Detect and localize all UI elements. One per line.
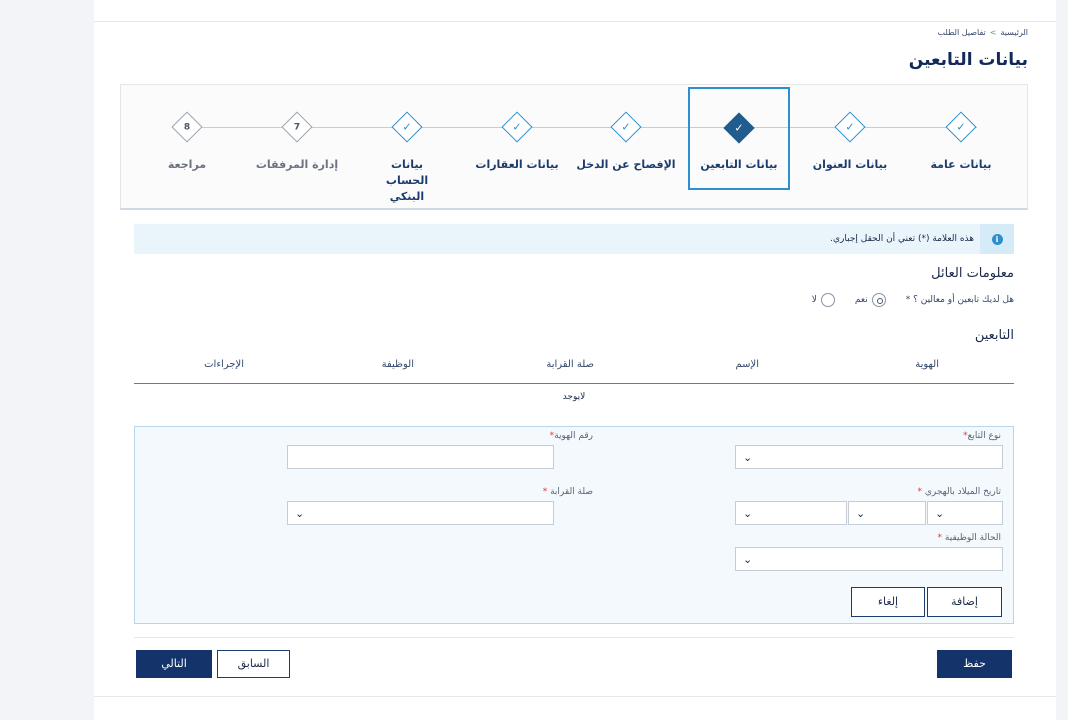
page-title: بيانات التابعين xyxy=(908,50,1028,70)
birth-day-select[interactable]: ⌄ xyxy=(927,501,1003,525)
step-number-badge: 8 xyxy=(171,111,203,143)
info-icon-container: i xyxy=(980,224,1014,254)
step-label: بيانات العقارات xyxy=(475,158,559,171)
dependent-type-label: نوع التابع* xyxy=(963,431,1001,441)
step-bank-account[interactable]: ✓ بيانات الحساب البنكي xyxy=(356,85,458,211)
employment-status-label: الحالة الوظيفية * xyxy=(937,533,1001,543)
required-info-bar: i هذه العلامة (*) تعني أن الحقل إجباري. xyxy=(134,224,1014,254)
step-review[interactable]: 8 مراجعة xyxy=(136,85,238,211)
step-check-icon: ✓ xyxy=(834,111,866,143)
add-dependent-form: نوع التابع* ⌄ رقم الهوية* تاريخ الميلاد … xyxy=(134,426,1014,624)
radio-yes-label: نعم xyxy=(854,295,868,305)
chevron-down-icon: ⌄ xyxy=(743,507,753,520)
next-button[interactable]: التالي xyxy=(136,650,212,678)
employment-status-select[interactable]: ⌄ xyxy=(735,547,1003,571)
chevron-down-icon: ⌄ xyxy=(743,553,753,566)
step-label: بيانات العنوان xyxy=(812,158,888,171)
step-check-icon: ✓ xyxy=(610,111,642,143)
empty-table-message: لايوجد xyxy=(562,392,586,402)
breadcrumb-home[interactable]: الرئيسية xyxy=(1000,28,1028,37)
footer-divider xyxy=(134,637,1014,638)
radio-no-circle[interactable] xyxy=(820,293,835,307)
step-label: بيانات عامة xyxy=(930,158,992,171)
col-relation: صلة القرابة xyxy=(546,359,594,370)
dependent-type-select[interactable]: ⌄ xyxy=(735,445,1003,469)
question-text: هل لديك تابعين أو معالين ؟ * xyxy=(905,295,1014,305)
step-check-icon: ✓ xyxy=(501,111,533,143)
step-real-estate[interactable]: ✓ بيانات العقارات xyxy=(466,85,568,211)
step-check-icon: ✓ xyxy=(391,111,423,143)
step-label: مراجعة xyxy=(167,158,207,171)
info-text: هذه العلامة (*) تعني أن الحقل إجباري. xyxy=(830,234,974,244)
hijri-birth-date-label: تاريخ الميلاد بالهجري * xyxy=(917,487,1001,497)
step-dependents-info[interactable]: ✓ بيانات التابعين xyxy=(688,87,790,190)
page-container: الرئيسية > تفاصيل الطلب بيانات التابعين … xyxy=(94,0,1056,720)
id-number-input[interactable] xyxy=(287,445,554,469)
dependents-question: هل لديك تابعين أو معالين ؟ * نعم لا xyxy=(812,293,1014,307)
step-check-icon: ✓ xyxy=(723,112,755,144)
col-name: الإسم xyxy=(735,359,759,370)
chevron-down-icon: ⌄ xyxy=(743,451,753,464)
info-icon: i xyxy=(991,233,1003,245)
relation-select[interactable]: ⌄ xyxy=(287,501,554,525)
relation-label: صلة القرابة * xyxy=(542,487,593,497)
dependents-title: التابعين xyxy=(974,328,1014,343)
chevron-down-icon: ⌄ xyxy=(935,507,945,520)
dependents-table-header: الهوية الإسم صلة القرابة الوظيفة الإجراء… xyxy=(134,350,1014,384)
breadcrumb-current: تفاصيل الطلب xyxy=(937,28,986,37)
wizard-stepper: ✓ بيانات عامة ✓ بيانات العنوان ✓ بيانات … xyxy=(120,84,1028,210)
col-actions: الإجراءات xyxy=(204,359,244,370)
birth-year-select[interactable]: ⌄ xyxy=(735,501,847,525)
step-attachments[interactable]: 7 إدارة المرفقات xyxy=(246,85,348,211)
step-general-info[interactable]: ✓ بيانات عامة xyxy=(910,85,1012,211)
save-button[interactable]: حفظ xyxy=(937,650,1012,678)
col-job: الوظيفة xyxy=(381,359,414,370)
breadcrumb: الرئيسية > تفاصيل الطلب xyxy=(937,28,1028,37)
step-check-icon: ✓ xyxy=(945,111,977,143)
step-number-badge: 7 xyxy=(281,111,313,143)
top-bar xyxy=(94,0,1056,22)
step-label: بيانات الحساب البنكي xyxy=(385,158,429,203)
radio-yes-circle[interactable] xyxy=(871,293,886,307)
page-bottom-edge xyxy=(94,696,1056,697)
step-label: إدارة المرفقات xyxy=(255,158,339,171)
step-label: الإفصاح عن الدخل xyxy=(576,158,676,171)
chevron-down-icon: ⌄ xyxy=(856,507,866,520)
family-section-title: معلومات العائل xyxy=(931,266,1014,281)
chevron-down-icon: ⌄ xyxy=(295,507,305,520)
step-income-disclosure[interactable]: ✓ الإفصاح عن الدخل xyxy=(575,85,677,211)
previous-button[interactable]: السابق xyxy=(217,650,290,678)
radio-yes[interactable]: نعم xyxy=(855,293,886,307)
breadcrumb-separator: > xyxy=(989,28,997,37)
cancel-dependent-button[interactable]: إلغاء xyxy=(851,587,925,617)
step-label: بيانات التابعين xyxy=(700,158,778,171)
id-number-label: رقم الهوية* xyxy=(549,431,593,441)
radio-no-label: لا xyxy=(811,295,817,305)
radio-no[interactable]: لا xyxy=(812,293,835,307)
step-address-info[interactable]: ✓ بيانات العنوان xyxy=(799,85,901,211)
col-id: الهوية xyxy=(915,359,939,370)
add-dependent-button[interactable]: إضافة xyxy=(927,587,1002,617)
birth-month-select[interactable]: ⌄ xyxy=(848,501,926,525)
